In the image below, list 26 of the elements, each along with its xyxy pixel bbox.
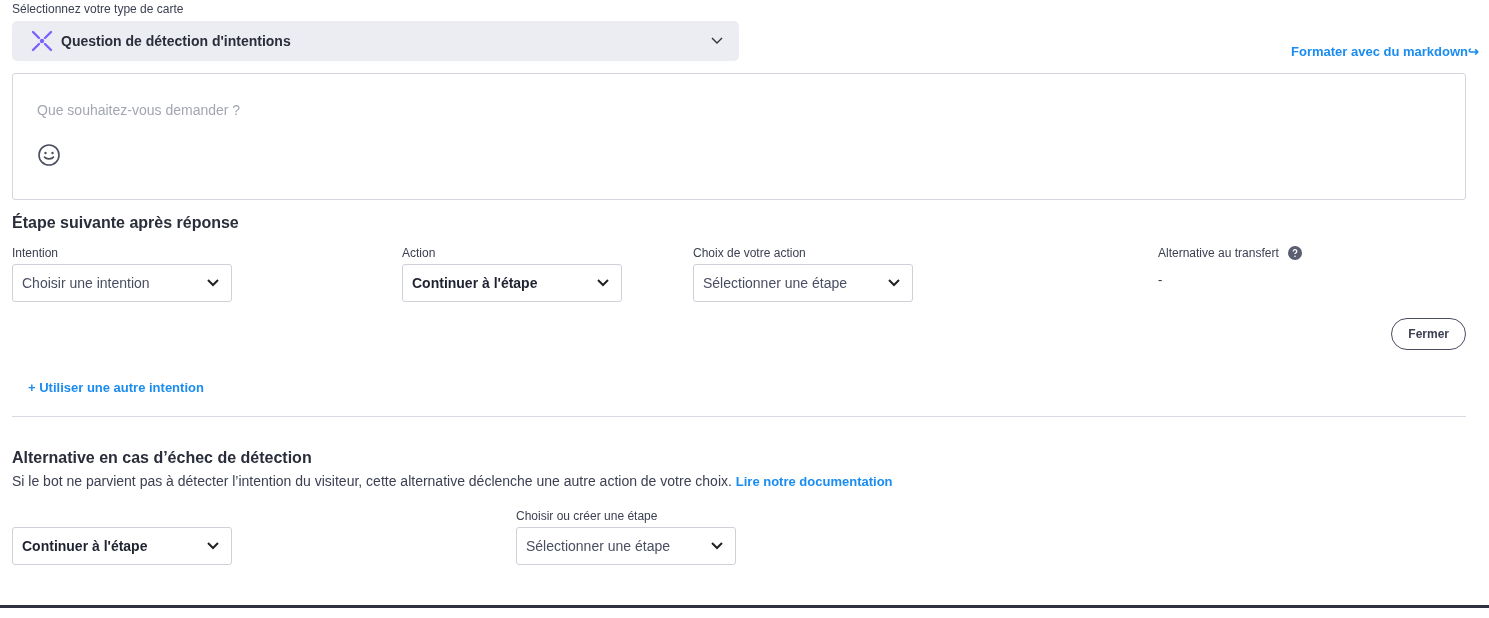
field-label: Choisir ou créer une étape <box>516 509 659 523</box>
chevron-icon <box>888 279 900 287</box>
field-label: Choix de votre action <box>693 246 807 260</box>
close-button[interactable]: Fermer <box>1391 318 1466 350</box>
field-label: Sélectionnez votre type de carte <box>12 1 185 18</box>
dropdown[interactable]: Sélectionner une étape <box>693 264 913 302</box>
chevron-icon <box>597 279 609 287</box>
section-title: Étape suivante après réponse <box>12 214 240 233</box>
fallback-value: - <box>1158 272 1164 287</box>
field-label: Alternative au transfert <box>1158 246 1279 260</box>
chevron-icon <box>207 542 219 550</box>
card-type-dropdown[interactable]: Question de détection d'intentions <box>12 21 739 61</box>
intent-icon <box>31 30 53 52</box>
field-label: Action <box>402 246 437 260</box>
field-label: Intention <box>12 246 60 260</box>
dropdown[interactable]: Choisir une intention <box>12 264 232 302</box>
dropdown[interactable]: Sélectionner une étape <box>516 527 736 565</box>
chevron-icon <box>711 542 723 550</box>
section-title: Alternative en cas d’échec de détection <box>12 449 313 467</box>
emoji-icon[interactable] <box>37 143 61 167</box>
description: Si le bot ne parvient pas à détecter l’intention du visiteur, cette alternative déclenche une autre action de votre choix. Lire notre documentation <box>12 473 894 489</box>
help-icon[interactable] <box>1287 246 1302 260</box>
chevron-icon <box>711 37 723 45</box>
chevron-icon <box>207 279 219 287</box>
dropdown[interactable]: Continuer à l'étape <box>402 264 622 302</box>
dropdown[interactable]: Continuer à l'étape <box>12 527 232 565</box>
